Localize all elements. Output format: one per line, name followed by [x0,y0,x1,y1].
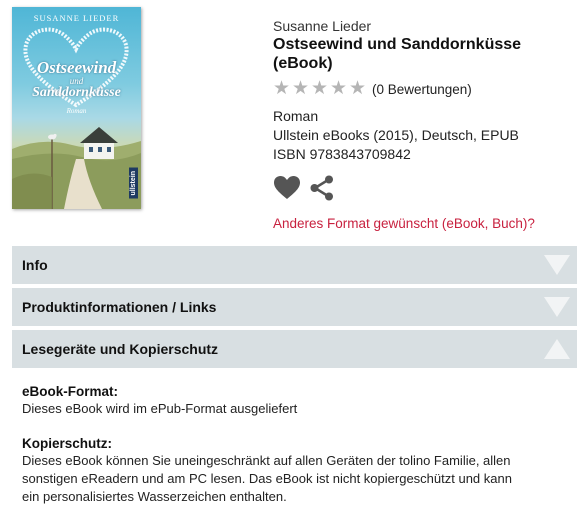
star-icon[interactable]: ★ [330,79,349,98]
cover-title: Ostseewind und Sanddornküsse [12,59,141,101]
star-icon[interactable]: ★ [311,79,330,98]
accordion: Info Produktinformationen / Links Lesege… [12,246,577,372]
copy-protection-text-line3: ein personalisiertes Wasserzeichen entha… [22,489,287,504]
ebook-format-section: eBook-Format: Dieses eBook wird im ePub-… [22,383,562,418]
cover-genre: Roman [66,107,87,115]
cover-author: SUSANNE LIEDER [33,13,120,23]
copy-protection-text-line1: Dieses eBook können Sie uneingeschränkt … [22,453,511,468]
copy-protection-text-line2: sonstigen eReadern und am PC lesen. Das … [22,471,512,486]
product-actions [273,174,573,202]
product-meta: Roman Ullstein eBooks (2015), Deutsch, E… [273,107,573,164]
cover-beach-scene [12,127,141,209]
chevron-up-icon[interactable] [543,336,571,362]
product-publisher: Ullstein eBooks (2015), Deutsch, EPUB [273,127,519,143]
accordion-info-label: Info [22,257,48,273]
accordion-devices-label: Lesegeräte und Kopierschutz [22,341,219,357]
heart-icon[interactable] [273,175,301,201]
product-genre: Roman [273,108,319,124]
accordion-product-links[interactable]: Produktinformationen / Links [12,288,577,326]
copy-protection-title: Kopierschutz: [22,436,113,451]
cover-title-line1: Ostseewind [36,58,117,77]
star-icon[interactable]: ★ [292,79,311,98]
accordion-product-links-label: Produktinformationen / Links [22,299,217,315]
share-icon[interactable] [309,175,335,201]
copy-protection-section: Kopierschutz: Dieses eBook können Sie un… [22,435,562,506]
star-icon[interactable]: ★ [273,79,292,98]
accordion-info[interactable]: Info [12,246,577,284]
cover-title-line3: Sanddornküsse [32,85,121,101]
ebook-format-title: eBook-Format: [22,384,119,399]
rating[interactable]: ★ ★ ★ ★ ★ (0 Bewertungen) [273,79,573,98]
ebook-format-text: Dieses eBook wird im ePub-Format ausgeli… [22,401,298,416]
product-title: Ostseewind und Sanddornküsse (eBook) [273,36,522,72]
book-cover[interactable]: SUSANNE LIEDER Ostseewind und Sanddornkü… [12,7,141,209]
product-info: Susanne Lieder Ostseewind und Sanddornkü… [273,18,573,202]
star-icon[interactable]: ★ [349,79,368,98]
rating-count[interactable]: (0 Bewertungen) [372,82,472,97]
product-isbn: ISBN 9783843709842 [273,146,411,162]
accordion-devices-copy-protection[interactable]: Lesegeräte und Kopierschutz [12,330,577,368]
cover-publisher-logo: ullstein [129,168,138,199]
other-format-link[interactable]: Anderes Format gewünscht (eBook, Buch)? [273,216,535,231]
chevron-down-icon[interactable] [543,294,571,320]
chevron-down-icon[interactable] [543,252,571,278]
accordion-expanded-content: eBook-Format: Dieses eBook wird im ePub-… [22,383,562,506]
product-author[interactable]: Susanne Lieder [273,18,573,35]
